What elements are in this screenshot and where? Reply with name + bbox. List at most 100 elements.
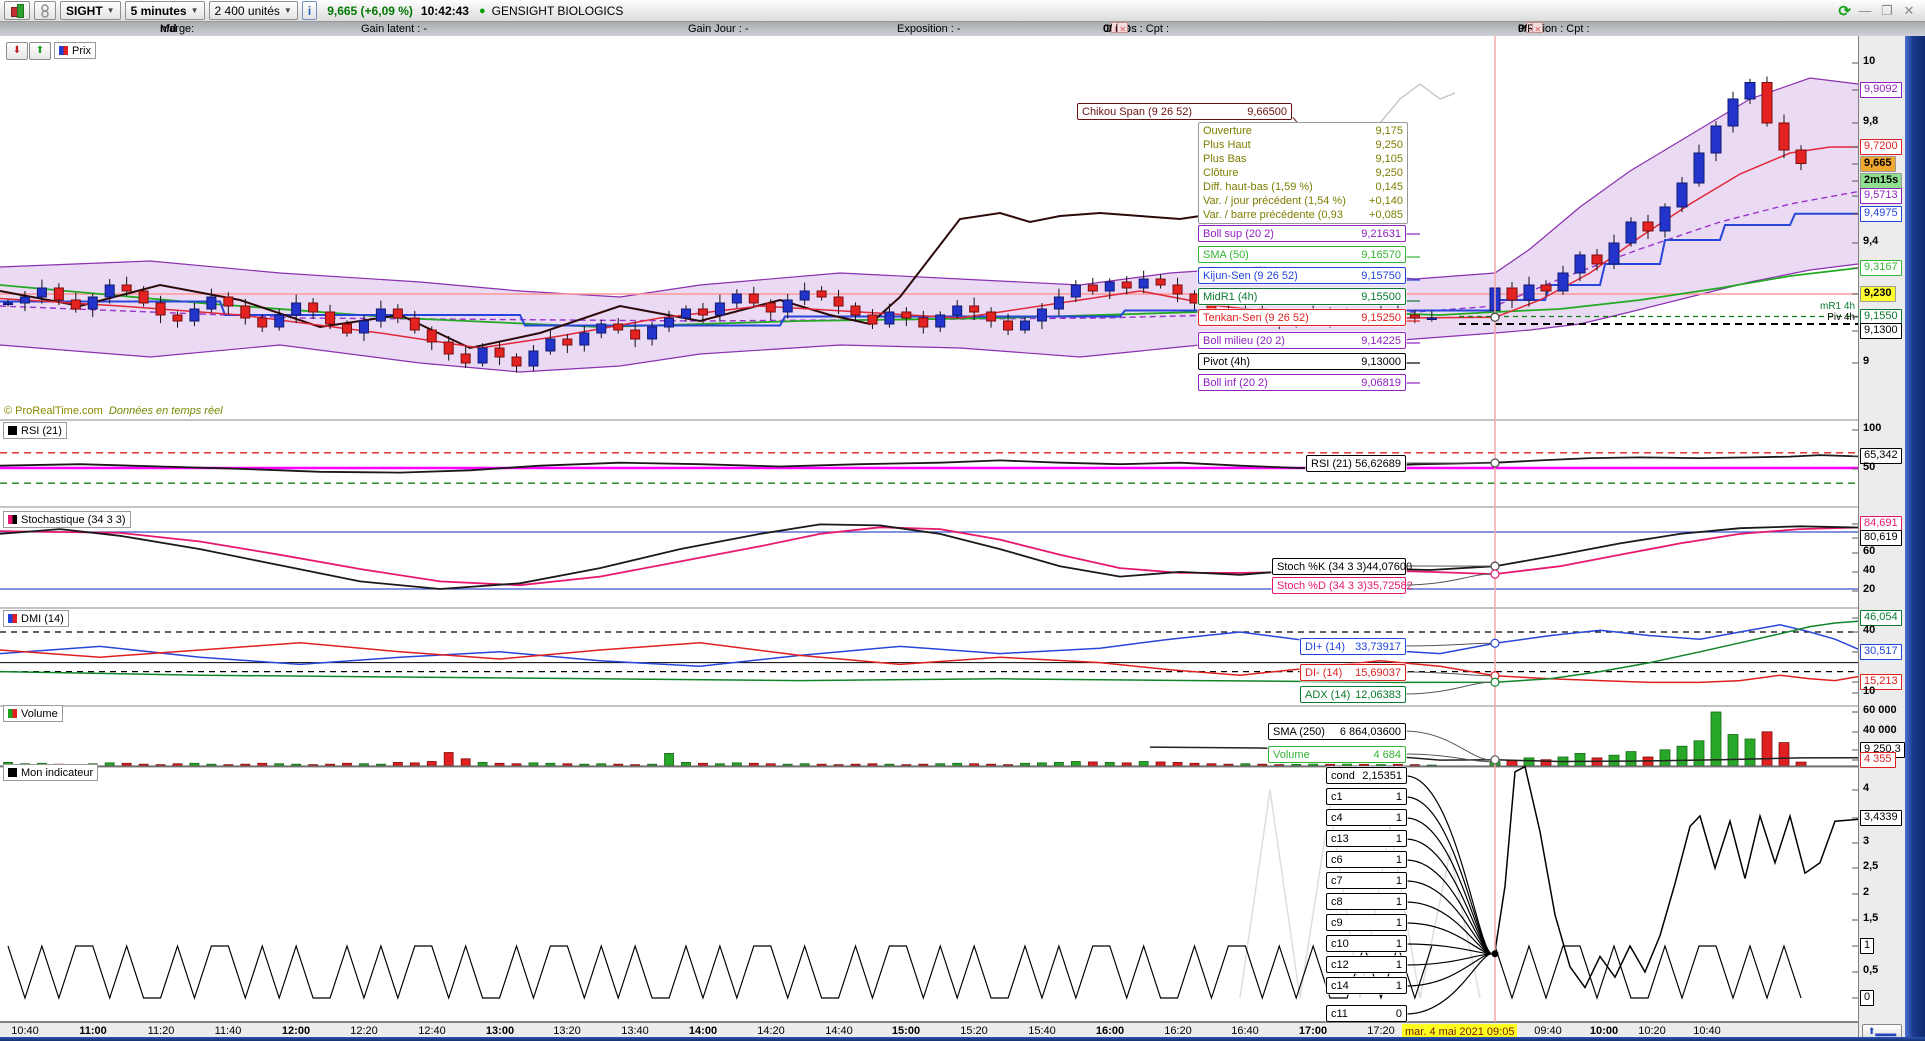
time-tick-label: 15:00 [891,1025,921,1037]
candle-down [1642,221,1654,232]
tab-stochastic[interactable]: Stochastique (34 3 3) [3,511,131,528]
axis-label: 2 [1863,886,1870,898]
prorealtime-window: SIGHT ▼ 5 minutes ▼ 2 400 unités ▼ i 9,665 … [0,0,1925,1041]
close-position-icon[interactable]: ✕ [1532,22,1544,34]
volume-bar [443,752,454,767]
axis-label: 1,5 [1863,912,1879,924]
cursor-marker [1490,755,1500,765]
time-tick-label: 12:00 [281,1025,311,1037]
tab-dmi[interactable]: DMI (14) [3,610,69,627]
close-button[interactable]: ✕ [1901,3,1917,19]
candle-up [545,338,556,352]
ohlc-value: 9,250 [1375,167,1403,179]
candle-down [918,317,929,328]
time-tick-label: 12:40 [418,1025,446,1037]
indicator-value: 44,07600 [1366,560,1413,573]
indicator-label: c11 [1331,1007,1348,1020]
volume-bar [1693,740,1705,767]
candle-up [1557,272,1569,292]
tab-price[interactable]: Prix [54,42,96,59]
time-tick-label: 17:00 [1298,1025,1328,1037]
indicator-value: 56,62689 [1355,457,1401,470]
candle-down [392,308,403,319]
indicator-value: 1 [1395,874,1402,887]
indicator-label: Volume [1273,748,1310,761]
candle-up [935,314,946,328]
margin-info: Marge: n/d [160,23,195,35]
ohlc-row: Clôture 9,250 [1203,166,1403,180]
time-tick-label: 09:40 [1534,1025,1562,1037]
units-dropdown[interactable]: 2 400 unités ▼ [208,1,298,20]
candle-up [206,296,217,310]
custom-wave-line [7,944,1433,1000]
tab-custom-indicator[interactable]: Mon indicateur [3,764,99,781]
buy-button[interactable]: ⬆ [29,42,51,60]
volume-bar [477,762,488,767]
custom-indicator-row: c9 1 [1326,914,1407,931]
stoch-k-line [0,523,1858,590]
info-button[interactable]: i [301,1,318,20]
rsi-panel-icon [8,426,17,435]
indicator-label: c6 [1331,853,1343,866]
value-connector [1403,573,1492,586]
indicator-label: Pivot (4h) [1203,355,1251,368]
chart-type-button[interactable] [4,1,30,20]
last-price: 9,665 (+6,09 %) [327,3,413,18]
indicator-label: c1 [1331,790,1343,803]
cancel-orders-icon[interactable]: ✕ [1117,22,1129,34]
indicator-label: Stoch %K (34 3 3) [1277,560,1367,573]
pivot-level-label: Piv 4h [1827,312,1855,323]
price-axis[interactable]: 10 9,9092 9,8 9,7200 9,665 2m15s 9,5713 9,4975 9… [1858,36,1906,1041]
instrument-dropdown[interactable]: SIGHT ▼ [60,1,121,20]
window-buttons: ⟳ — ❐ ✕ [1838,2,1925,20]
candle-down [155,302,166,316]
refresh-icon[interactable]: ⟳ [1838,2,1851,20]
volume-bar [1778,742,1790,767]
indicator-value: 1 [1395,790,1402,803]
candle-up [952,305,963,316]
ohlc-value: 9,105 [1375,153,1403,165]
candle-down [342,323,352,334]
candle-down [1591,254,1603,265]
time-tick-label: 11:40 [214,1025,242,1037]
axis-label: 10 [1863,55,1876,67]
volume-bar [1659,749,1671,767]
di-minus-cursor-box: DI- (14) 15,69037 [1300,664,1406,681]
axis-label: 50 [1863,461,1876,473]
minimize-button[interactable]: — [1857,3,1873,18]
candle-up [375,308,386,322]
current-time: 10:42:43 [420,3,469,18]
sell-button[interactable]: ⬇ [6,42,28,60]
candle-up [1710,125,1722,154]
time-tick-label: 16:20 [1164,1025,1192,1037]
custom-indicator-row: c14 1 [1326,977,1407,994]
restore-button[interactable]: ❐ [1879,3,1895,19]
tab-rsi[interactable]: RSI (21) [3,422,67,439]
stoch-d-cursor-box: Stoch %D (34 3 3) 35,72582 [1272,577,1413,594]
link-button[interactable] [34,1,56,20]
indicator-value: 1 [1395,811,1402,824]
tab-volume[interactable]: Volume [3,705,63,722]
candle-up [884,311,895,325]
time-tick-label: 17:20 [1367,1025,1395,1037]
timeframe-dropdown[interactable]: 5 minutes ▼ [124,1,205,20]
axis-label: 10 [1863,685,1876,697]
candle-up [87,296,98,310]
candle-down [1761,82,1773,124]
indicator-label: c13 [1331,832,1349,845]
indicator-value: 9,15250 [1361,311,1401,324]
axis-value-badge: 9,9092 [1860,82,1902,98]
volume-bar [1574,753,1586,767]
ohlc-row: Diff. haut-bas (1,59 %) 0,145 [1203,180,1403,194]
axis-value-badge: 9,7200 [1860,139,1902,155]
candle-down [1409,314,1420,319]
custom-panel-icon [8,768,17,777]
indicator-label: Tenkan-Sen (9 26 52) [1203,311,1309,324]
indicator-value: 1 [1395,937,1402,950]
chart-canvas[interactable] [0,36,1858,1022]
candle-up [1744,82,1756,100]
candle-up [664,317,675,328]
time-tick-label: 11:00 [79,1025,107,1037]
candle-up [1625,221,1637,244]
volume-bar [392,762,403,767]
